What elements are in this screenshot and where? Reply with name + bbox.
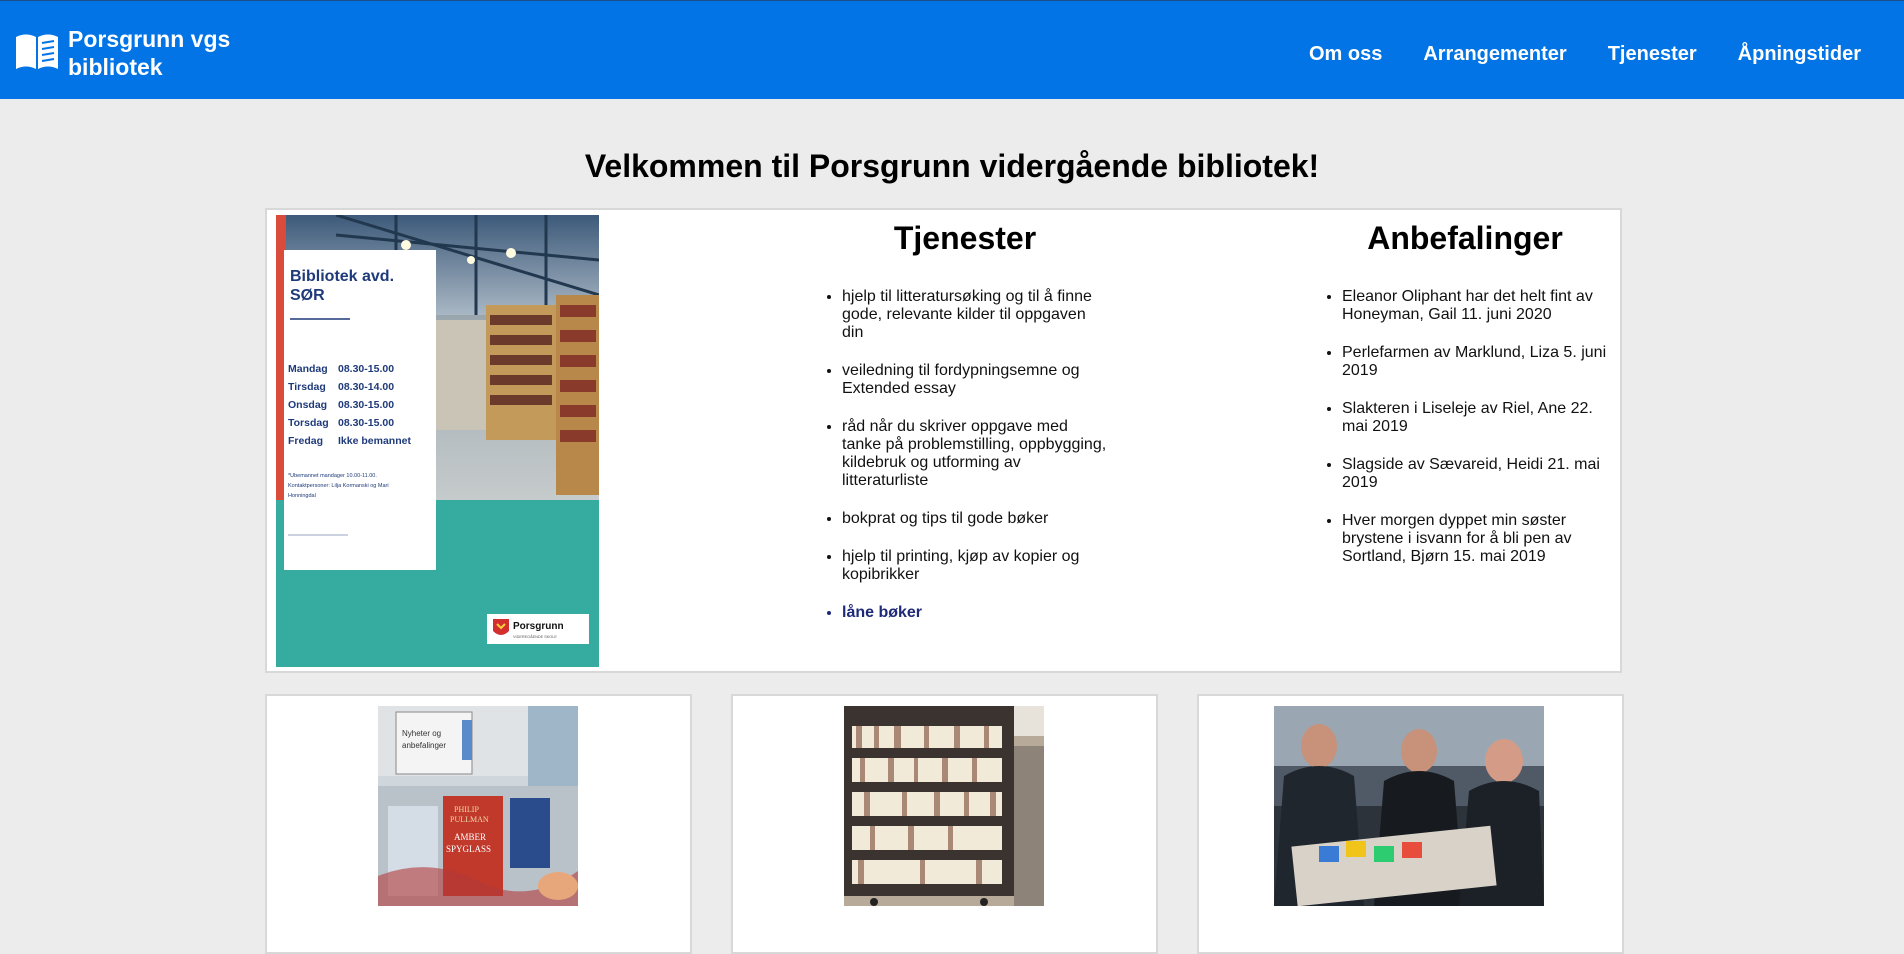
poster-hours-time-3: 08.30-15.00 [338,399,394,411]
main-nav: Om oss Arrangementer Tjenester Åpningsti… [1309,43,1861,66]
students-photo [1274,706,1544,906]
services-list-item: hjelp til printing, kjøp av kopier og ko… [842,548,1110,584]
page-title: Velkommen til Porsgrunn vidergående bibl… [584,148,1320,184]
poster-hours-time-4: 08.30-15.00 [338,417,394,429]
services-list-item: hjelp til litteratursøking og til å finn… [842,288,1110,342]
tile-students[interactable] [1197,694,1624,954]
services-list: hjelp til litteratursøking og til å finn… [820,288,1110,642]
library-poster-image: Bibliotek avd. SØR Mandag 08.30-15.00 Ti… [276,215,599,667]
borrow-books-link[interactable]: låne bøker [842,604,1110,622]
services-list-item: veiledning til fordypningsemne og Extend… [842,362,1110,398]
recommendation-item: Perlefarmen av Marklund, Liza 5. juni 20… [1342,344,1610,380]
brand-name-line1: Porsgrunn vgs [68,26,231,52]
recommendation-item: Eleanor Oliphant har det helt fint av Ho… [1342,288,1610,324]
poster-hours-day-3: Onsdag [288,399,327,411]
poster-hours-day-2: Tirsdag [288,381,326,393]
bookshelf-photo [844,706,1044,906]
poster-hours-time-1: 08.30-15.00 [338,363,394,375]
nav-link-apningstider[interactable]: Åpningstider [1738,43,1861,66]
recommendation-item: Slakteren i Liseleje av Riel, Ane 22. ma… [1342,400,1610,436]
news-sign-line1: Nyheter og [402,729,441,738]
recommendations-heading: Anbefalinger [1367,220,1563,256]
poster-logo-name: Porsgrunn [513,621,564,632]
nav-link-tjenester[interactable]: Tjenester [1608,43,1697,66]
recommendation-item: Slagside av Sævareid, Heidi 21. mai 2019 [1342,456,1610,492]
poster-hours-day-4: Torsdag [288,417,329,429]
tile-bookshelves[interactable] [731,694,1158,954]
poster-note-line2: Kontaktpersoner: Lilja Kormanski og Mari [288,483,389,489]
nav-link-om-oss[interactable]: Om oss [1309,43,1382,66]
brand-home-link[interactable]: Porsgrunn vgs bibliotek [14,25,230,81]
book-cover-line1: PHILIP [454,805,479,814]
top-navbar: Porsgrunn vgs bibliotek Om oss Arrangeme… [0,0,1904,99]
open-book-icon [16,34,58,69]
poster-note-line1: *Ubemannet mandager 10.00-11.00. [288,473,377,479]
poster-note-line3: Honningdal [288,493,316,499]
opening-hours-poster: Bibliotek avd. SØR Mandag 08.30-15.00 Ti… [276,215,599,667]
poster-hours-time-5: Ikke bemannet [338,435,411,447]
book-cover-line3: AMBER [454,832,486,842]
poster-heading-line1: Bibliotek avd. [290,268,394,285]
recommendation-item: Hver morgen dyppet min søster brystene i… [1342,512,1610,566]
services-heading: Tjenester [893,220,1037,256]
poster-heading-line2: SØR [290,287,325,304]
poster-logo-sub: VIDEREGÅENDE SKOLE [513,634,557,639]
services-list-item: råd når du skriver oppgave med tanke på … [842,418,1110,490]
news-shelf-photo: Nyheter og anbefalinger PHILIP PULLMAN A… [378,706,578,906]
main-info-card: Bibliotek avd. SØR Mandag 08.30-15.00 Ti… [265,208,1622,673]
poster-hours-day-1: Mandag [288,363,328,375]
services-list-item: bokprat og tips til gode bøker [842,510,1110,528]
news-sign-line2: anbefalinger [402,741,446,750]
recommendations-list: Eleanor Oliphant har det helt fint av Ho… [1320,288,1610,586]
brand-name: Porsgrunn vgs bibliotek [68,25,230,81]
book-cover-line2: PULLMAN [450,815,489,824]
nav-link-arrangementer[interactable]: Arrangementer [1423,43,1566,66]
tile-news-recommendations[interactable]: Nyheter og anbefalinger PHILIP PULLMAN A… [265,694,692,954]
poster-hours-day-5: Fredag [288,435,323,447]
book-cover-line4: SPYGLASS [446,844,491,854]
poster-hours-time-2: 08.30-14.00 [338,381,394,393]
brand-name-line2: bibliotek [68,54,163,80]
